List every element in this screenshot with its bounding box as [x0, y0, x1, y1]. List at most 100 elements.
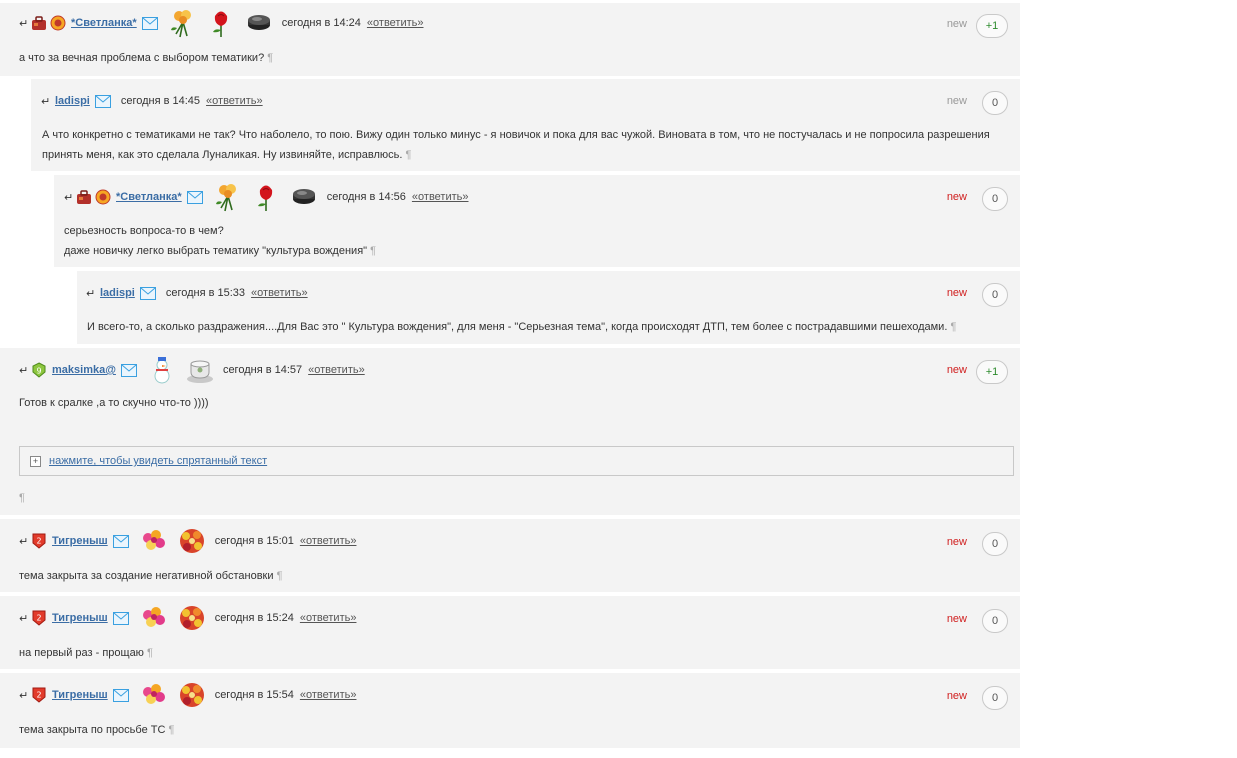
pilcrow-icon: ¶: [267, 52, 274, 64]
reply-link[interactable]: «ответить»: [251, 287, 308, 299]
flower-bouquet-icon[interactable]: [139, 526, 169, 556]
comment-header: ↵ *Светланка* сегодня в 14:56 «ответить»: [64, 185, 469, 209]
envelope-icon[interactable]: [113, 535, 129, 548]
comment-text: тема закрыта за создание негативной обст…: [19, 566, 282, 586]
comment-text: на первый раз - прощаю ¶: [19, 643, 153, 663]
pilcrow-icon: ¶: [19, 492, 25, 504]
username-link[interactable]: Тигреныш: [52, 689, 108, 701]
envelope-icon[interactable]: [142, 17, 158, 30]
envelope-icon[interactable]: [187, 191, 203, 204]
reply-link[interactable]: «ответить»: [308, 364, 365, 376]
username-link[interactable]: ladispi: [55, 95, 90, 107]
reply-arrow-icon: ↵: [19, 612, 29, 625]
username-link[interactable]: Тигреныш: [52, 612, 108, 624]
reply-arrow-icon: ↵: [19, 17, 29, 30]
comment-text: серьезность вопроса-то в чем? даже нович…: [64, 221, 376, 261]
reply-link[interactable]: «ответить»: [412, 191, 469, 203]
envelope-icon[interactable]: [113, 612, 129, 625]
vote-score[interactable]: 0: [982, 187, 1008, 211]
vote-score[interactable]: +1: [976, 360, 1008, 384]
vote-score[interactable]: 0: [982, 532, 1008, 556]
reply-link[interactable]: «ответить»: [206, 95, 263, 107]
reply-arrow-icon: ↵: [64, 191, 74, 204]
flower-bouquet-icon[interactable]: [139, 680, 169, 710]
flower-basket-icon[interactable]: [177, 603, 207, 633]
reply-link[interactable]: «ответить»: [300, 689, 357, 701]
comment-header: ↵ Тигреныш сегодня в 15:01 «ответить»: [19, 529, 356, 553]
comment-text-line: серьезность вопроса-то в чем?: [64, 225, 224, 237]
comment-time: сегодня в 14:57: [222, 364, 303, 376]
snowman-icon[interactable]: [147, 355, 177, 385]
hockey-puck-icon[interactable]: [289, 182, 319, 212]
comment-text-line: тема закрыта по просьбе ТС: [19, 724, 166, 736]
pilcrow-icon: ¶: [950, 321, 957, 333]
comment: ↵ ladispi сегодня в 14:45 «ответить» new…: [31, 79, 1020, 171]
comment-text: а что за вечная проблема с выбором темат…: [19, 48, 273, 68]
comment-text-line: даже новичку легко выбрать тематику "кул…: [64, 245, 368, 257]
hockey-puck-icon[interactable]: [244, 8, 274, 38]
comment-time: сегодня в 14:24: [281, 17, 361, 29]
red-rose-icon[interactable]: [251, 182, 281, 212]
teacup-icon[interactable]: [185, 355, 215, 385]
comment-header: ↵ *Светланка* сегодня в 14:24 «ответить»: [19, 11, 424, 35]
red-rose-icon[interactable]: [206, 8, 236, 38]
comment: ↵ *Светланка* сегодня в 14:56 «ответить»…: [54, 175, 1020, 267]
new-flag: new: [946, 364, 967, 376]
username-link[interactable]: maksimka@: [52, 364, 116, 376]
comment-time: сегодня в 15:33: [165, 287, 246, 299]
username-link[interactable]: ladispi: [100, 287, 135, 299]
vote-score[interactable]: +1: [976, 14, 1008, 38]
reply-arrow-icon: ↵: [19, 535, 29, 548]
badge-icon: [31, 610, 47, 626]
new-flag: new: [946, 613, 967, 625]
reply-link[interactable]: «ответить»: [300, 612, 357, 624]
vote-score[interactable]: 0: [982, 609, 1008, 633]
bag-icon: [31, 15, 47, 31]
comment-time: сегодня в 14:56: [326, 191, 406, 203]
spoiler-label[interactable]: нажмите, чтобы увидеть спрятанный текст: [49, 455, 267, 467]
comment: ↵ Тигреныш сегодня в 15:24 «ответить» ne…: [0, 596, 1020, 669]
envelope-icon[interactable]: [121, 364, 137, 377]
flower-basket-icon[interactable]: [177, 526, 207, 556]
comment-text-line: А что конкретно с тематиками не так? Что…: [42, 129, 990, 141]
badge-icon: [31, 533, 47, 549]
new-flag: new: [946, 690, 967, 702]
rose-bouquet-icon[interactable]: [168, 8, 198, 38]
pilcrow-icon: ¶: [147, 647, 153, 659]
comment: ↵ *Светланка* сегодня в 14:24 «ответить»…: [0, 3, 1020, 76]
comment-header: ↵ maksimka@ сегодня в 14:57 «ответить»: [19, 358, 365, 382]
new-flag: new: [946, 191, 967, 203]
new-flag: new: [946, 536, 967, 548]
comment-text-line: на первый раз - прощаю: [19, 647, 144, 659]
comment: ↵ ladispi сегодня в 15:33 «ответить» new…: [77, 271, 1020, 344]
comment-text: тема закрыта по просьбе ТС ¶: [19, 720, 174, 740]
vote-score[interactable]: 0: [982, 283, 1008, 307]
reply-link[interactable]: «ответить»: [367, 17, 424, 29]
spoiler-toggle[interactable]: + нажмите, чтобы увидеть спрятанный текс…: [19, 446, 1014, 476]
badge-icon: [31, 687, 47, 703]
envelope-icon[interactable]: [95, 95, 111, 108]
comment: ↵ Тигреныш сегодня в 15:01 «ответить» ne…: [0, 519, 1020, 592]
reply-link[interactable]: «ответить»: [300, 535, 357, 547]
envelope-icon[interactable]: [140, 287, 156, 300]
comment-text: Готов к сралке ,а то скучно что-то )))): [19, 393, 209, 413]
rose-bouquet-icon[interactable]: [213, 182, 243, 212]
envelope-icon[interactable]: [113, 689, 129, 702]
username-link[interactable]: Тигреныш: [52, 535, 108, 547]
pilcrow-icon: ¶: [276, 570, 283, 582]
new-flag: new: [946, 18, 967, 30]
comment-time: сегодня в 14:45: [120, 95, 201, 107]
comment: ↵ maksimka@ сегодня в 14:57 «ответить» n…: [0, 348, 1020, 515]
username-link[interactable]: *Светланка*: [71, 17, 137, 29]
vote-score[interactable]: 0: [982, 686, 1008, 710]
comment-text-line: принять меня, как это сделала Луналикая.…: [42, 149, 403, 161]
reply-arrow-icon: ↵: [86, 287, 96, 300]
flower-basket-icon[interactable]: [177, 680, 207, 710]
badge-icon: [95, 189, 111, 205]
comment-text-line: а что за вечная проблема с выбором темат…: [19, 52, 265, 64]
vote-score[interactable]: 0: [982, 91, 1008, 115]
reply-arrow-icon: ↵: [19, 689, 29, 702]
flower-bouquet-icon[interactable]: [139, 603, 169, 633]
reply-arrow-icon: ↵: [19, 364, 29, 377]
username-link[interactable]: *Светланка*: [116, 191, 182, 203]
